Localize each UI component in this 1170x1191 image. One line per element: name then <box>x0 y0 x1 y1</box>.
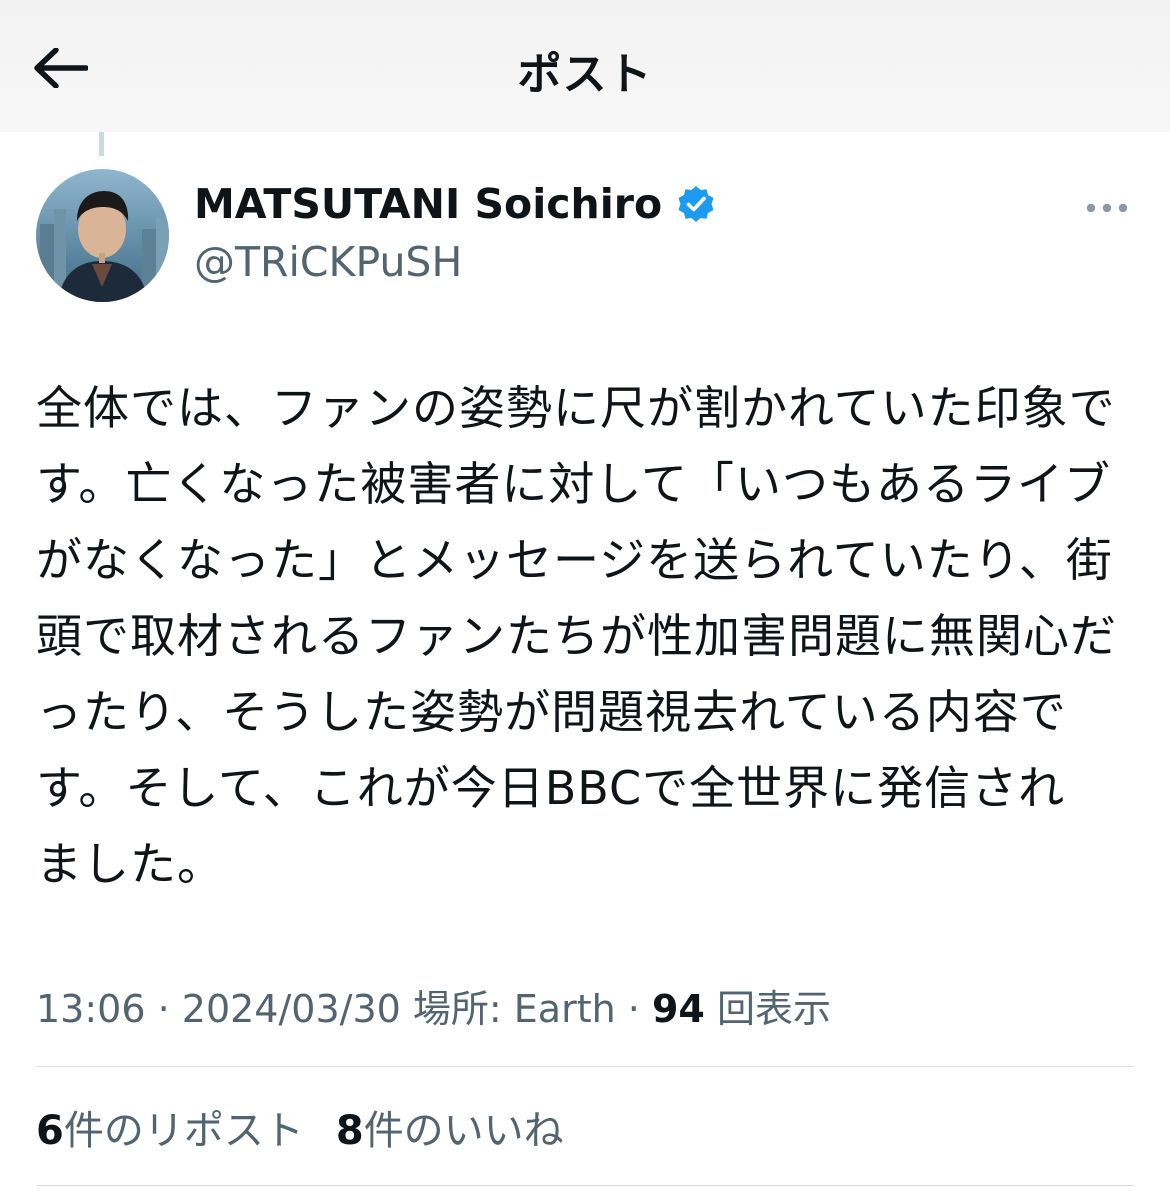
more-options-button[interactable] <box>1080 190 1134 226</box>
verified-badge-icon <box>676 184 716 224</box>
likes-label: 件のいいね <box>363 1108 564 1154</box>
reposts-stat[interactable]: 6件のリポスト <box>36 1098 304 1156</box>
divider <box>36 1185 1134 1186</box>
tweet-text: 全体では、ファンの姿勢に尺が割かれていた印象で す。亡くなった被害者に対して「い… <box>36 381 1117 891</box>
tweet-metadata: 13:06 · 2024/03/30 場所: Earth · 94 回表示 <box>36 978 831 1033</box>
likes-count: 8 <box>335 1108 364 1154</box>
likes-stat[interactable]: 8件のいいね <box>336 1098 564 1156</box>
more-horizontal-icon <box>1086 203 1128 213</box>
post-date[interactable]: 2024/03/30 <box>182 987 401 1031</box>
page-title: ポスト <box>517 49 653 100</box>
reposts-label: 件のリポスト <box>63 1108 304 1154</box>
views-count: 94 <box>651 987 705 1031</box>
author-name-row[interactable]: MATSUTANI Soichiro <box>194 180 716 228</box>
engagement-stats: 6件のリポスト 8件のいいね <box>36 1098 564 1156</box>
post-location[interactable]: 場所: Earth <box>413 987 616 1031</box>
display-name: MATSUTANI Soichiro <box>194 180 663 228</box>
views-label: 回表示 <box>716 987 831 1031</box>
reposts-count: 6 <box>36 1108 64 1154</box>
avatar[interactable] <box>36 169 169 302</box>
separator-dot: · <box>157 987 182 1031</box>
divider <box>36 1066 1134 1067</box>
post-time[interactable]: 13:06 <box>36 987 146 1031</box>
thread-connector-line <box>99 132 104 156</box>
author-handle[interactable]: @TRiCKPuSH <box>194 238 462 286</box>
avatar-image <box>36 169 169 302</box>
top-navigation-bar: ポスト <box>0 0 1170 132</box>
separator-dot: · <box>627 987 652 1031</box>
